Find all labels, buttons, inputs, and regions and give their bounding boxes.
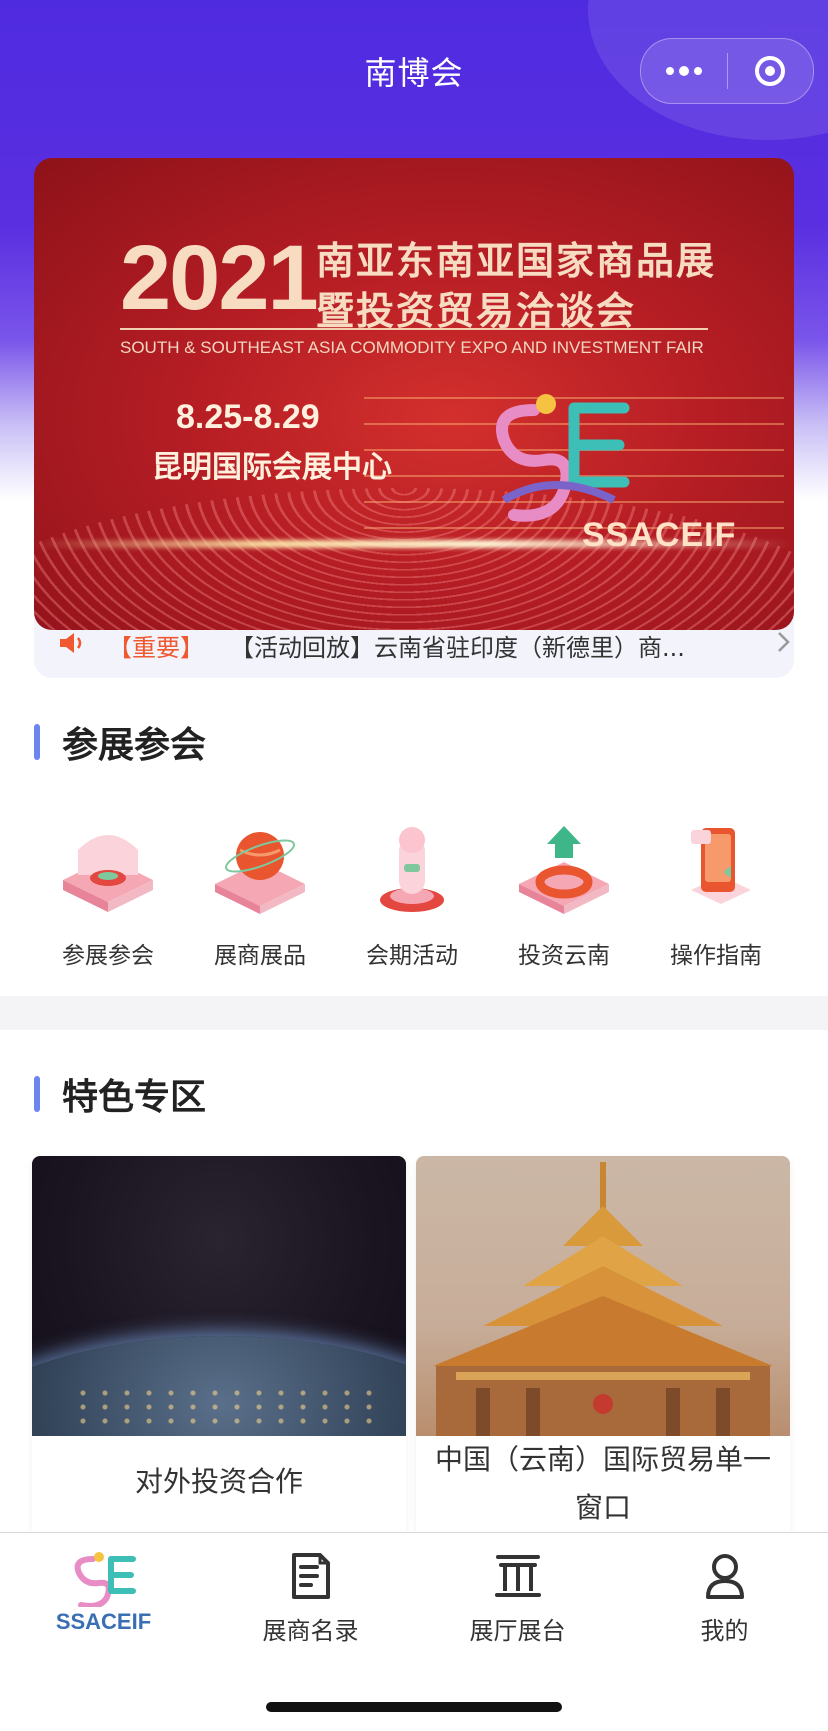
- banner-logo-text: SSACEIF: [582, 516, 737, 554]
- grid-item-event-activities[interactable]: 会期活动: [336, 820, 488, 970]
- banner-venue: 昆明国际会展中心: [152, 450, 392, 485]
- notice-text[interactable]: 【活动回放】云南省驻印度（新德里）商...: [230, 628, 750, 663]
- ssaceif-logo-icon: [496, 394, 630, 522]
- participate-grid: 参展参会 展商展品 会期活动 投资云南 操作指南: [0, 820, 828, 970]
- banner-year: 2021: [120, 227, 319, 329]
- operation-guide-icon: [691, 828, 751, 904]
- grid-item-label: 展商展品: [214, 943, 306, 969]
- more-button[interactable]: [641, 39, 727, 103]
- grid-item-label: 操作指南: [670, 943, 762, 969]
- more-dots-icon: [665, 67, 674, 75]
- tab-profile[interactable]: 我的: [621, 1551, 828, 1646]
- event-activities-icon: [380, 827, 444, 912]
- target-close-icon: [755, 56, 786, 86]
- banner-subtitle-en: SOUTH & SOUTHEAST ASIA COMMODITY EXPO AN…: [120, 338, 704, 357]
- exhibit-attend-icon: [63, 835, 153, 912]
- tab-home[interactable]: SSACEIF: [0, 1551, 207, 1635]
- hall-icon: [494, 1555, 541, 1597]
- banner-title-line1: 南亚东南亚国家商品展: [316, 239, 717, 283]
- tab-label: 展厅展台: [469, 1617, 566, 1645]
- earth-image: [32, 1156, 406, 1436]
- ssaceif-logo-icon: [74, 1552, 136, 1607]
- tab-label: SSACEIF: [55, 1609, 152, 1634]
- temple-image: [416, 1156, 790, 1436]
- tab-label: 展商名录: [262, 1617, 359, 1645]
- feature-card-caption: 对外投资合作: [134, 1465, 303, 1498]
- grid-item-operation-guide[interactable]: 操作指南: [640, 820, 792, 970]
- feature-card-single-window[interactable]: 中国（云南）国际贸易单一窗口: [416, 1156, 790, 1536]
- grid-item-label: 会期活动: [366, 943, 458, 969]
- invest-yunnan-icon: [519, 826, 609, 914]
- expo-banner[interactable]: 2021 南亚东南亚国家商品展 暨投资贸易洽谈会 SOUTH & SOUTHEA…: [34, 158, 794, 630]
- directory-icon: [291, 1553, 330, 1599]
- grid-item-label: 参展参会: [62, 943, 154, 969]
- speaker-icon: [60, 633, 82, 653]
- tab-label: 我的: [700, 1617, 749, 1645]
- exhibitor-products-icon: [215, 832, 305, 914]
- profile-icon: [705, 1554, 744, 1599]
- grid-item-invest-yunnan[interactable]: 投资云南: [488, 820, 640, 970]
- feature-card-outbound-investment[interactable]: 对外投资合作: [32, 1156, 406, 1536]
- grid-item-label: 投资云南: [518, 943, 610, 969]
- grid-item-exhibitor-products[interactable]: 展商展品: [184, 820, 336, 970]
- banner-title-line2: 暨投资贸易洽谈会: [316, 289, 637, 333]
- section-title-feature: 特色专区: [34, 1074, 206, 1118]
- section-divider: [0, 996, 828, 1030]
- grid-item-exhibit-attend[interactable]: 参展参会: [32, 820, 184, 970]
- tab-halls[interactable]: 展厅展台: [414, 1551, 621, 1646]
- section-title-participate: 参展参会: [34, 722, 206, 766]
- miniprogram-capsule: [640, 38, 814, 104]
- home-indicator[interactable]: [266, 1702, 562, 1712]
- tab-directory[interactable]: 展商名录: [207, 1551, 414, 1646]
- chevron-right-icon[interactable]: [776, 630, 792, 654]
- feature-card-caption: 中国（云南）国际贸易单一窗口: [434, 1443, 771, 1524]
- close-miniprogram-button[interactable]: [728, 39, 814, 103]
- banner-dates: 8.25-8.29: [176, 398, 320, 436]
- notice-tag: 【重要】: [108, 634, 204, 662]
